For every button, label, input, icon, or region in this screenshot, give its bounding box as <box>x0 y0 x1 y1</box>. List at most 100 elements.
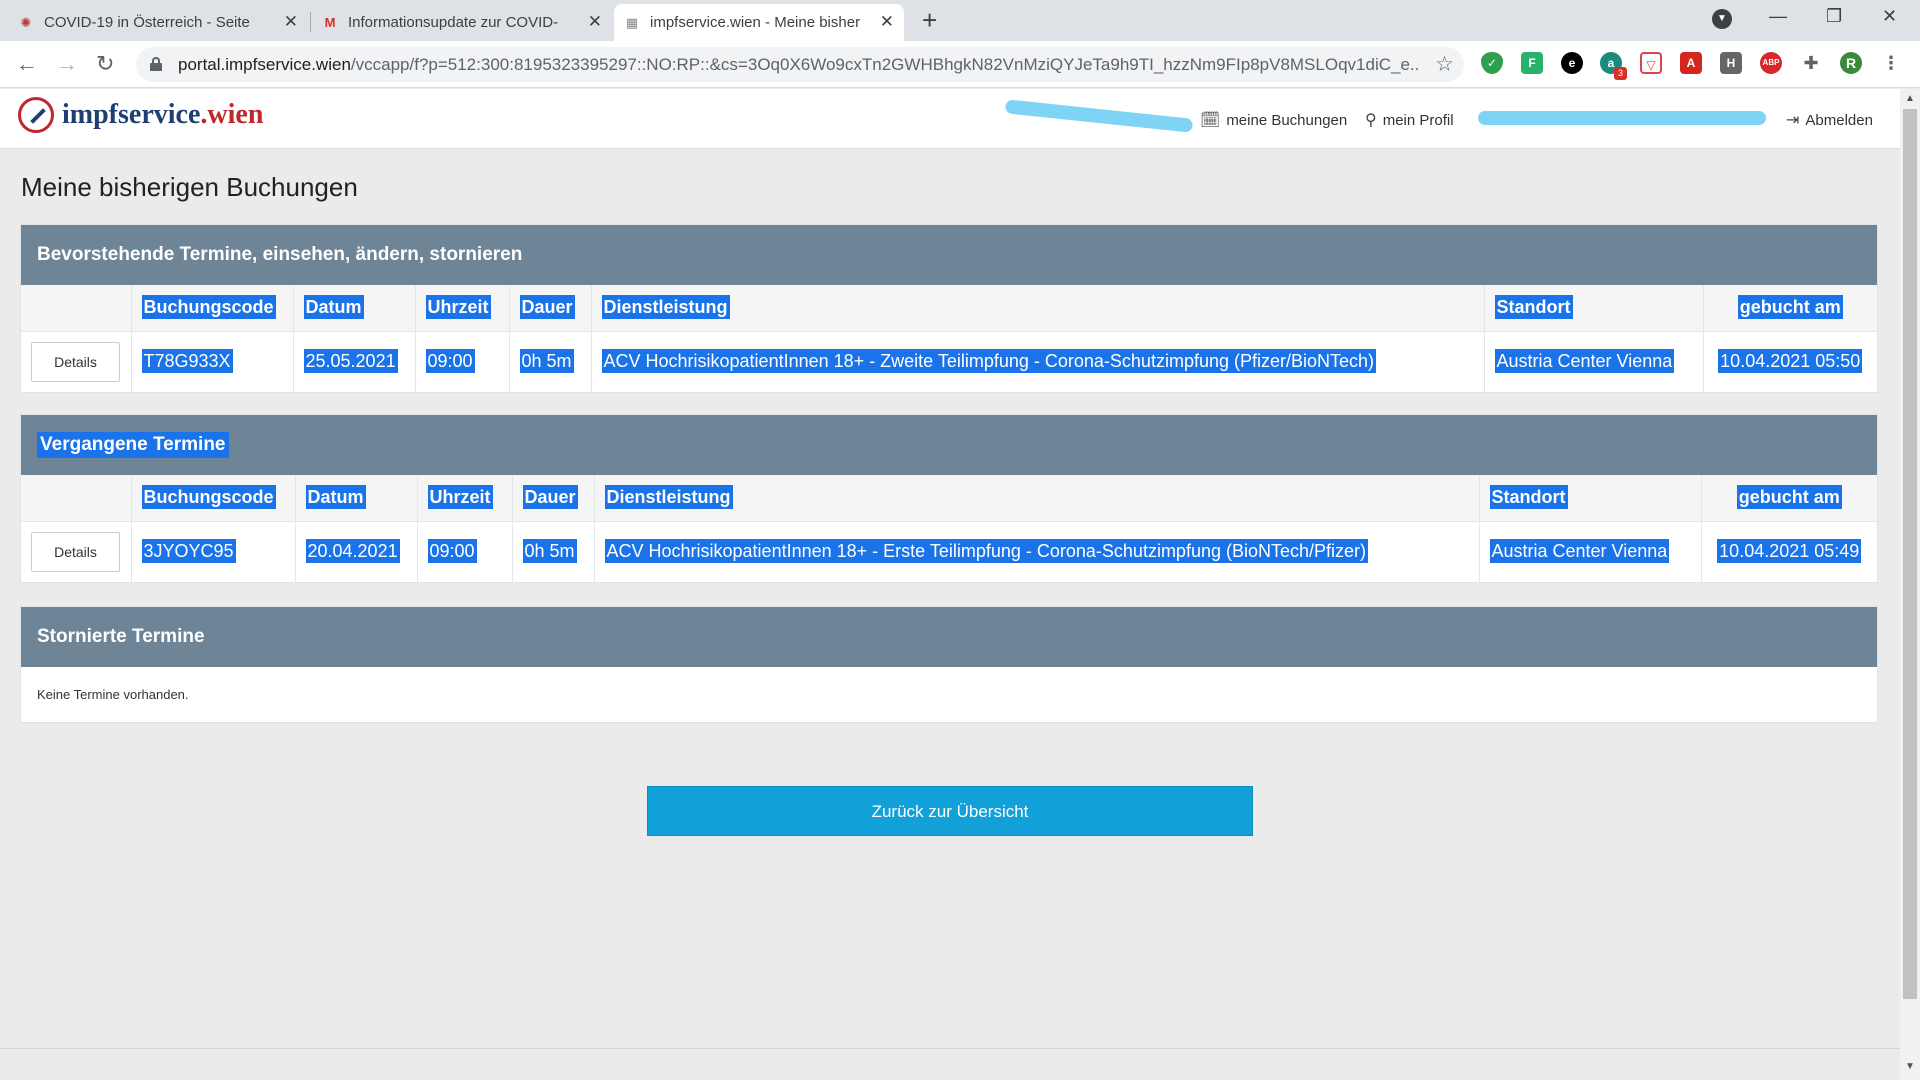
restore-icon[interactable]: ❐ <box>1826 6 1842 27</box>
lock-icon <box>150 57 162 71</box>
site-logo[interactable]: impfservice.wien <box>18 95 263 135</box>
window-close-icon[interactable]: ✕ <box>1882 6 1897 27</box>
column-header-duration: Dauer <box>519 295 575 320</box>
column-header-booked: gebucht am <box>1736 485 1842 510</box>
ghostery-extension-icon[interactable]: e <box>1561 52 1583 74</box>
new-tab-plus-icon[interactable]: + <box>922 7 937 33</box>
tab-search-chevron-icon[interactable]: ▼ <box>1712 9 1732 29</box>
shield-extension-icon[interactable]: ✓ <box>1481 52 1503 74</box>
scroll-up-icon[interactable]: ▲ <box>1905 93 1915 104</box>
close-icon[interactable]: ✕ <box>588 13 602 31</box>
gmail-icon: M <box>324 15 336 30</box>
tab-title: impfservice.wien - Meine bisherig <box>650 14 860 31</box>
section-heading: Bevorstehende Termine, einsehen, ändern,… <box>21 225 1877 285</box>
table-row: Details 3JYOYC95 20.04.2021 09:00 0h 5m … <box>21 520 1877 582</box>
nav-my-bookings-label: meine Buchungen <box>1226 111 1348 129</box>
scrollbar-thumb[interactable] <box>1903 109 1917 999</box>
appointment-duration: 0h 5m <box>522 539 577 564</box>
booked-at: 10.04.2021 05:50 <box>1718 349 1863 374</box>
details-button[interactable]: Details <box>31 531 120 572</box>
column-header-booked: gebucht am <box>1737 295 1843 320</box>
redaction-mark <box>1004 99 1194 133</box>
upcoming-table: Buchungscode Datum Uhrzeit Dauer Dienstl… <box>21 285 1877 392</box>
column-header-duration: Dauer <box>522 485 578 510</box>
location-name: Austria Center Vienna <box>1494 349 1675 374</box>
scroll-down-icon[interactable]: ▼ <box>1905 1061 1915 1072</box>
close-icon[interactable]: ✕ <box>880 13 894 31</box>
feedly-extension-icon[interactable]: F <box>1521 52 1543 74</box>
table-header-row: Buchungscode Datum Uhrzeit Dauer Dienstl… <box>21 475 1877 521</box>
empty-state-text: Keine Termine vorhanden. <box>37 687 189 702</box>
column-header-service: Dienstleistung <box>601 295 730 320</box>
url-text[interactable]: portal.impfservice.wien/vccapp/f?p=512:3… <box>178 55 1418 75</box>
cancelled-appointments-section: Stornierte Termine Keine Termine vorhand… <box>20 606 1878 723</box>
table-header-row: Buchungscode Datum Uhrzeit Dauer Dienstl… <box>21 285 1877 331</box>
user-icon: ⚲ <box>1365 112 1377 129</box>
nav-my-profile[interactable]: ⚲ mein Profil <box>1365 110 1454 130</box>
bookmark-star-icon[interactable]: ☆ <box>1435 52 1454 77</box>
booking-code: 3JYOYC95 <box>141 539 236 564</box>
tab-title: COVID-19 in Österreich - Seite 44 <box>44 14 254 31</box>
close-icon[interactable]: ✕ <box>284 13 298 31</box>
tab-title: Informationsupdate zur COVID-1 <box>348 14 558 31</box>
appointment-duration: 0h 5m <box>519 349 574 374</box>
page-title: Meine bisherigen Buchungen <box>21 172 358 202</box>
back-to-overview-button[interactable]: Zurück zur Übersicht <box>647 786 1253 836</box>
column-header-location: Standort <box>1494 295 1573 320</box>
nav-logout[interactable]: ⇥ Abmelden <box>1786 110 1873 130</box>
nav-my-bookings[interactable]: 🗓 meine Buchungen <box>1200 110 1347 130</box>
column-header-time: Uhrzeit <box>427 485 493 510</box>
browser-tab-gmail[interactable]: M Informationsupdate zur COVID-1 ✕ <box>312 4 612 41</box>
past-table: Buchungscode Datum Uhrzeit Dauer Dienstl… <box>21 475 1877 582</box>
profile-avatar[interactable]: R <box>1840 52 1862 74</box>
appointment-date: 20.04.2021 <box>305 539 400 564</box>
logout-icon: ⇥ <box>1786 112 1800 129</box>
site-header: impfservice.wien 🗓 meine Buchungen ⚲ mei… <box>0 89 1900 149</box>
section-heading: Stornierte Termine <box>21 607 1877 667</box>
nav-logout-label: Abmelden <box>1805 111 1873 129</box>
column-header-date: Datum <box>305 485 366 510</box>
reload-icon[interactable]: ↻ <box>96 52 114 76</box>
past-appointments-section: Vergangene Termine Buchungscode Datum Uh… <box>20 414 1878 583</box>
browser-tab-covid[interactable]: ✺ COVID-19 in Österreich - Seite 44 ✕ <box>8 4 308 41</box>
pdf-extension-icon[interactable]: A <box>1680 52 1702 74</box>
page-footer-strip <box>0 1048 1900 1080</box>
column-header-code: Buchungscode <box>141 485 276 510</box>
vertical-scrollbar[interactable]: ▲ ▼ <box>1900 89 1920 1080</box>
browser-toolbar: ← → ↻ portal.impfservice.wien/vccapp/f?p… <box>0 41 1920 88</box>
nav-my-profile-label: mein Profil <box>1382 111 1454 129</box>
puzzle-extensions-icon[interactable]: ✚ <box>1800 52 1822 74</box>
section-heading: Vergangene Termine <box>21 415 1877 475</box>
browser-tab-impfservice[interactable]: ▦ impfservice.wien - Meine bisherig ✕ <box>614 4 904 41</box>
minimize-icon[interactable]: — <box>1769 6 1787 27</box>
column-header-service: Dienstleistung <box>604 485 733 510</box>
logo-text: impfservice.wien <box>62 99 264 130</box>
url-path: /vccapp/f?p=512:300:8195323395297::NO:RP… <box>350 55 1418 74</box>
address-bar[interactable]: portal.impfservice.wien/vccapp/f?p=512:3… <box>136 47 1464 82</box>
table-row: Details T78G933X 25.05.2021 09:00 0h 5m … <box>21 330 1877 392</box>
pocket-extension-icon[interactable]: ▽ <box>1640 52 1662 74</box>
virus-icon: ✺ <box>20 15 32 30</box>
service-name: ACV HochrisikopatientInnen 18+ - Zweite … <box>601 349 1377 374</box>
column-header-time: Uhrzeit <box>425 295 491 320</box>
redaction-mark <box>1478 111 1766 125</box>
appointment-time: 09:00 <box>427 539 477 564</box>
url-host: portal.impfservice.wien <box>178 55 351 74</box>
extension-badge: 3 <box>1614 67 1627 80</box>
back-arrow-icon[interactable]: ← <box>16 52 38 76</box>
details-button[interactable]: Details <box>31 341 120 382</box>
booked-at: 10.04.2021 05:49 <box>1717 539 1862 564</box>
tab-separator <box>310 12 311 32</box>
browser-tab-bar: ✺ COVID-19 in Österreich - Seite 44 ✕ M … <box>0 0 1920 41</box>
upcoming-appointments-section: Bevorstehende Termine, einsehen, ändern,… <box>20 224 1878 393</box>
appointment-time: 09:00 <box>425 349 475 374</box>
kebab-menu-icon[interactable]: ⋮ <box>1880 52 1902 74</box>
forward-arrow-icon[interactable]: → <box>56 52 78 76</box>
syringe-logo-icon <box>18 97 54 133</box>
service-name: ACV HochrisikopatientInnen 18+ - Erste T… <box>604 539 1369 564</box>
adblock-extension-icon[interactable]: ABP <box>1760 52 1782 74</box>
page-icon: ▦ <box>625 15 639 30</box>
hypothesis-extension-icon[interactable]: H <box>1720 52 1742 74</box>
calendar-icon: 🗓 <box>1200 112 1221 129</box>
location-name: Austria Center Vienna <box>1489 539 1670 564</box>
